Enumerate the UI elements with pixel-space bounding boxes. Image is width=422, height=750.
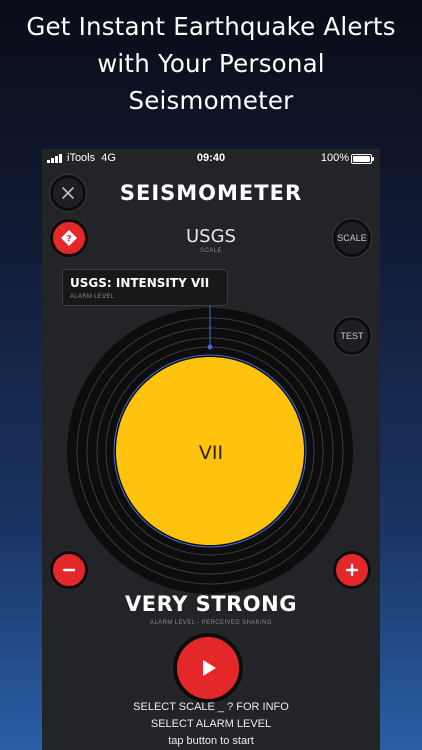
plus-icon — [345, 563, 359, 577]
alarm-level-callout: USGS: INTENSITY VII ALARM LEVEL — [62, 269, 228, 306]
callout-anchor-dot — [207, 344, 213, 350]
instructions: SELECT SCALE _ ? FOR INFO SELECT ALARM L… — [42, 699, 380, 750]
test-button[interactable]: TEST — [333, 317, 371, 355]
battery-icon — [351, 154, 374, 164]
headline-line-3: Seismometer — [128, 86, 294, 115]
battery-percent: 100% — [320, 152, 349, 164]
test-button-label: TEST — [340, 331, 364, 341]
increase-button[interactable] — [333, 551, 371, 589]
instruction-line-1: SELECT SCALE _ ? FOR INFO — [133, 701, 289, 713]
decrease-button[interactable] — [50, 551, 88, 589]
scale-name: USGS — [186, 226, 236, 247]
app-title: SEISMOMETER — [119, 181, 303, 205]
intensity-value: VII — [198, 442, 224, 464]
start-button[interactable] — [173, 633, 243, 703]
headline-line-1: Get Instant Earthquake Alerts — [26, 12, 396, 41]
scale-button-label: SCALE — [337, 233, 367, 243]
status-bar: iTools 4G 09:40 100% — [42, 149, 380, 167]
strength-caption: ALARM LEVEL - PERCEIVED SHAKING — [150, 620, 272, 626]
minus-icon — [62, 568, 76, 572]
alarm-level-caption: ALARM LEVEL — [70, 294, 115, 300]
headline-line-2: with Your Personal — [97, 49, 325, 78]
scale-button[interactable]: SCALE — [333, 219, 371, 257]
phone-screen: iTools 4G 09:40 100% SEISMOMETER ? USGS … — [42, 149, 380, 750]
strength-label: VERY STRONG — [125, 592, 297, 616]
play-icon — [203, 660, 216, 676]
scale-caption: SCALE — [199, 248, 223, 254]
promo-headline: Get Instant Earthquake Alerts with Your … — [0, 8, 422, 119]
alarm-level-title: USGS: INTENSITY VII — [70, 276, 210, 290]
instruction-line-2: SELECT ALARM LEVEL — [150, 718, 272, 730]
instruction-line-3: tap button to start — [168, 735, 254, 747]
